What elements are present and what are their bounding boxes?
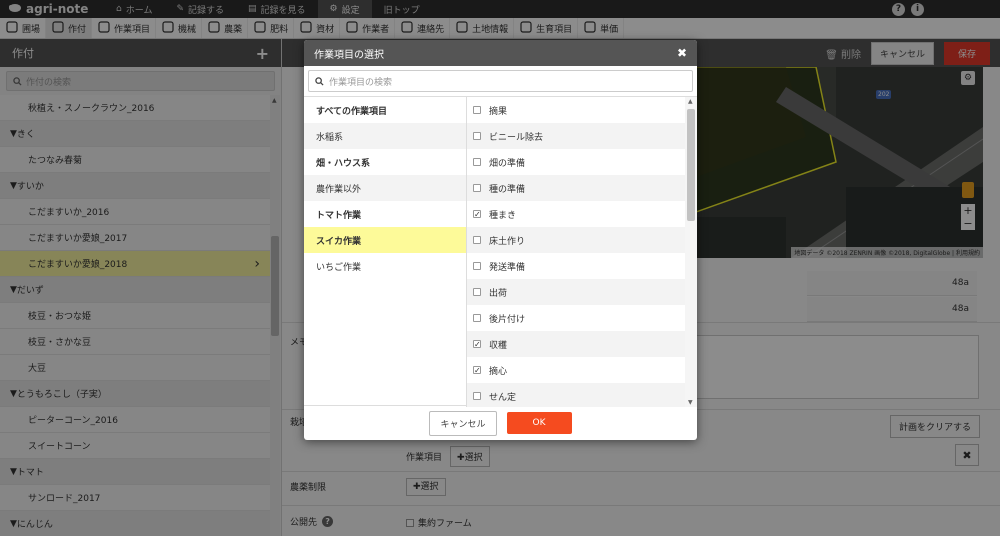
task-item[interactable]: 後片付け xyxy=(467,305,685,331)
category-item[interactable]: 畑・ハウス系 xyxy=(304,149,466,175)
task-search-input[interactable]: 作業項目の検索 xyxy=(308,70,693,92)
close-icon[interactable]: ✖ xyxy=(677,46,687,60)
task-checkbox[interactable] xyxy=(473,132,481,140)
task-item[interactable]: 出荷 xyxy=(467,279,685,305)
category-item[interactable]: トマト作業 xyxy=(304,201,466,227)
task-checkbox[interactable] xyxy=(473,288,481,296)
task-list-scrollbar[interactable]: ▲ ▼ xyxy=(685,97,697,407)
task-checkbox[interactable]: ✓ xyxy=(473,366,481,375)
category-item[interactable]: 水稲系 xyxy=(304,123,466,149)
task-checkbox[interactable] xyxy=(473,392,481,400)
search-icon xyxy=(315,76,324,86)
task-item[interactable]: ✓ 摘心 xyxy=(467,357,685,383)
category-item[interactable]: スイカ作業 xyxy=(304,227,466,253)
task-list: 摘果 ビニール除去 畑の準備 種の準備 ✓ 種まき 床土作り 発送準備 出荷 後片付け ✓ 収穫 ✓ 摘心… xyxy=(467,97,685,407)
task-item[interactable]: ✓ 収穫 xyxy=(467,331,685,357)
task-select-dialog: 作業項目の選択 ✖ 作業項目の検索 すべての作業項目 水稲系 畑・ハウス系 農作業以外… xyxy=(304,40,697,440)
task-checkbox[interactable] xyxy=(473,314,481,322)
category-item[interactable]: いちご作業 xyxy=(304,253,466,279)
task-item[interactable]: 種の準備 xyxy=(467,175,685,201)
dialog-ok-button[interactable]: OK xyxy=(506,412,572,434)
task-item[interactable]: ✓ 種まき xyxy=(467,201,685,227)
task-item[interactable]: 摘果 xyxy=(467,97,685,123)
category-item[interactable]: すべての作業項目 xyxy=(304,97,466,123)
task-checkbox[interactable] xyxy=(473,262,481,270)
task-list-scrollbar-thumb[interactable] xyxy=(687,109,695,221)
category-item[interactable]: 農作業以外 xyxy=(304,175,466,201)
task-checkbox[interactable] xyxy=(473,184,481,192)
task-checkbox[interactable] xyxy=(473,106,481,114)
task-item[interactable]: 発送準備 xyxy=(467,253,685,279)
task-checkbox[interactable]: ✓ xyxy=(473,340,481,349)
dialog-cancel-button[interactable]: キャンセル xyxy=(429,410,497,436)
task-item[interactable]: 床土作り xyxy=(467,227,685,253)
task-checkbox[interactable]: ✓ xyxy=(473,210,481,219)
task-item[interactable]: ビニール除去 xyxy=(467,123,685,149)
task-item[interactable]: 畑の準備 xyxy=(467,149,685,175)
task-checkbox[interactable] xyxy=(473,158,481,166)
dialog-title: 作業項目の選択 xyxy=(314,49,384,61)
task-checkbox[interactable] xyxy=(473,236,481,244)
task-item[interactable]: せん定 xyxy=(467,383,685,407)
category-list: すべての作業項目 水稲系 畑・ハウス系 農作業以外 トマト作業 スイカ作業 いちご作業 xyxy=(304,97,467,407)
